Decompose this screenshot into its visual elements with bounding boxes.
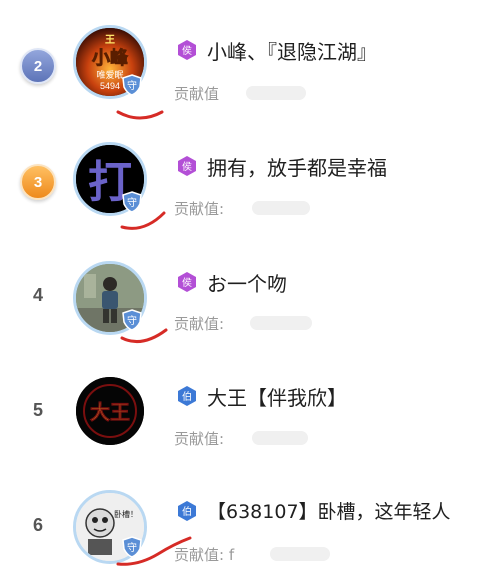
- svg-text:侯: 侯: [182, 44, 192, 57]
- username[interactable]: お一个吻: [207, 268, 287, 297]
- rank-number: 2: [33, 57, 43, 75]
- hou-badge-icon: 侯: [178, 40, 196, 60]
- rank-number: 6: [32, 515, 43, 535]
- username[interactable]: 小峰、『退隐江湖』: [207, 36, 377, 65]
- username[interactable]: 拥有，放手都是幸福: [207, 152, 387, 181]
- redacted-value: [252, 201, 310, 215]
- rank-badge-silver: 2: [20, 48, 56, 84]
- svg-text:守: 守: [127, 79, 137, 92]
- avatar-text-number: 5494: [100, 81, 120, 91]
- leaderboard-row[interactable]: 6 卧槽！ 守 伯 【638107】卧槽，这年轻人 贡献值: f: [0, 460, 500, 575]
- redacted-value: [252, 431, 308, 445]
- leaderboard-row[interactable]: 2 王 小峰 唯爱眠 5494 守 侯 小峰、『退隐江湖』 贡献值: [0, 0, 500, 120]
- redacted-value: [250, 316, 312, 330]
- redacted-value: [270, 547, 330, 561]
- avatar-text-side: 卧槽！: [114, 509, 138, 519]
- red-scribble-mark: [116, 536, 192, 566]
- guard-shield-icon: 守: [122, 74, 142, 96]
- svg-text:伯: 伯: [182, 505, 192, 518]
- svg-text:侯: 侯: [182, 160, 192, 173]
- rank-number: 4: [32, 285, 43, 305]
- avatar-image: 大王: [76, 377, 144, 445]
- avatar-text-main: 大王: [90, 400, 130, 424]
- contribution-label: 贡献值:: [174, 430, 225, 448]
- hou-badge-icon: 侯: [178, 272, 196, 292]
- leaderboard-row[interactable]: 3 打 守 侯 拥有，放手都是幸福 贡献值:: [0, 115, 500, 230]
- rank-number: 5: [32, 400, 43, 420]
- username[interactable]: 大王【伴我欣】: [207, 382, 347, 411]
- avatar-text-sub: 唯爱眠: [96, 70, 123, 81]
- rank-number: 3: [33, 173, 43, 191]
- bo-badge-icon: 伯: [178, 386, 196, 406]
- avatar[interactable]: 大王: [73, 374, 147, 448]
- svg-text:伯: 伯: [182, 390, 192, 403]
- svg-text:侯: 侯: [182, 276, 192, 289]
- hou-badge-icon: 侯: [178, 156, 196, 176]
- leaderboard-row[interactable]: 4 守 侯 お一个吻 贡献值:: [0, 230, 500, 345]
- bo-badge-icon: 伯: [178, 501, 196, 521]
- leaderboard-row[interactable]: 5 大王 伯 大王【伴我欣】 贡献值:: [0, 345, 500, 460]
- avatar-text-main: 小峰: [92, 47, 129, 69]
- username[interactable]: 【638107】卧槽，这年轻人: [207, 497, 451, 524]
- rank-badge-bronze: 3: [20, 164, 56, 200]
- redacted-value: [246, 86, 306, 100]
- avatar-text-top: 王: [105, 34, 115, 46]
